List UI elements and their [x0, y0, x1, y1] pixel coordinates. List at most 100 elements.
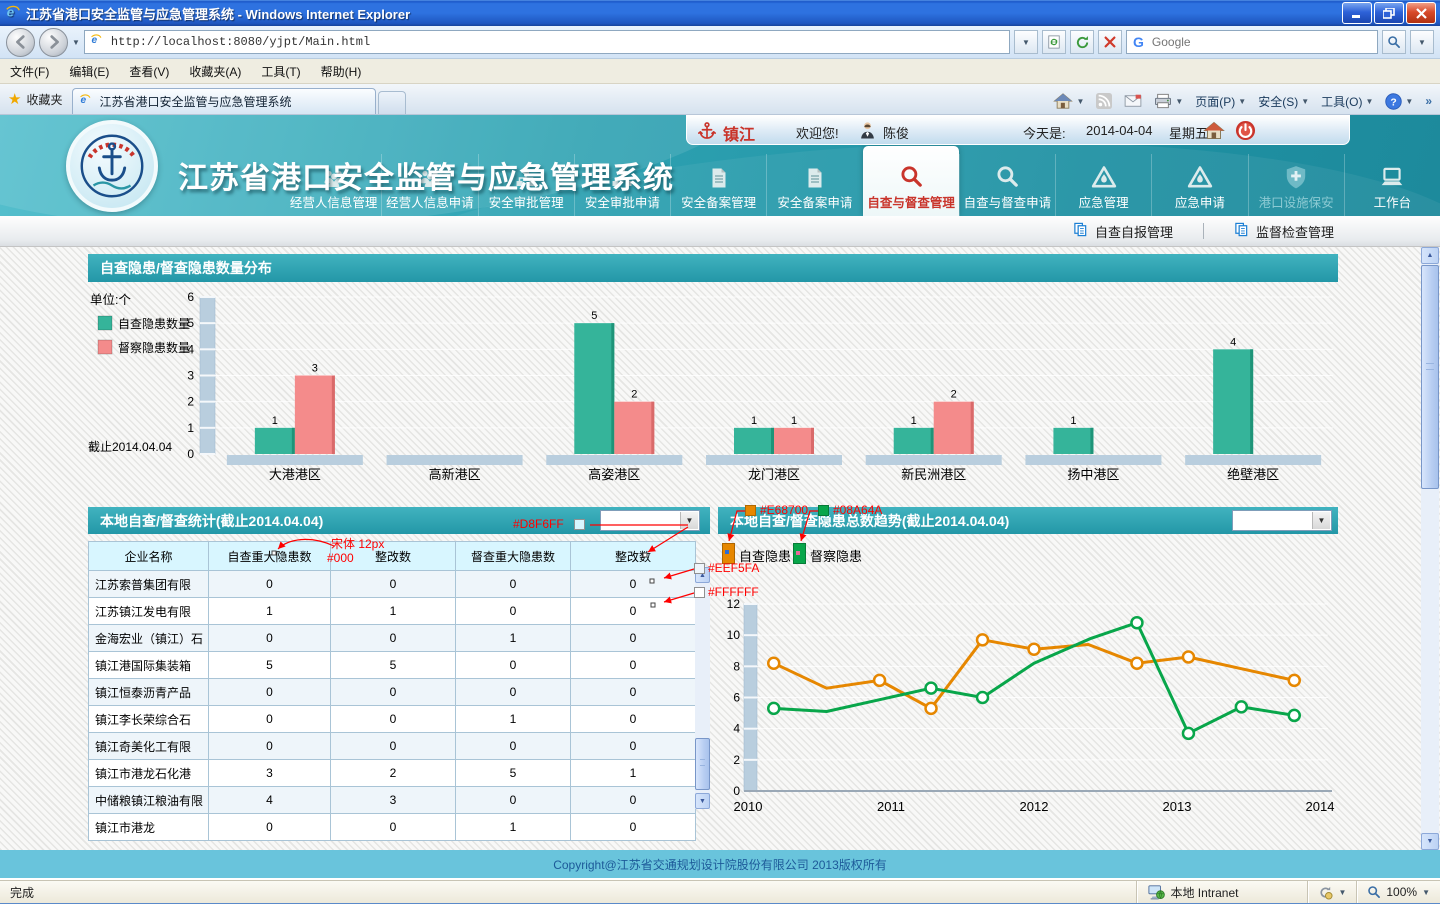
home-shortcut-icon[interactable]: [1203, 120, 1225, 144]
table-scrollbar[interactable]: ▲ ▼: [695, 567, 710, 809]
cell-company-name: 镇江李长荣综合石: [89, 706, 209, 733]
history-dropdown-icon[interactable]: ▼: [72, 38, 80, 47]
nav-item-4[interactable]: 安全审批申请: [574, 154, 670, 216]
cell-value: 0: [331, 733, 456, 760]
feeds-button[interactable]: [1096, 93, 1112, 109]
restore-button[interactable]: [1374, 2, 1404, 24]
cell-company-name: 金海宏业（镇江）石: [89, 625, 209, 652]
menu-item[interactable]: 工具(T): [251, 59, 310, 83]
annotation-row-alt-swatch: [694, 563, 705, 574]
svg-text:1: 1: [272, 415, 278, 427]
home-button[interactable]: ▼: [1053, 92, 1084, 110]
address-field[interactable]: e: [84, 30, 1010, 54]
table-row[interactable]: 镇江奇美化工有限0000: [89, 733, 696, 760]
nav-item-10[interactable]: 应急申请: [1151, 154, 1247, 216]
nav-item-7[interactable]: 自查与督查管理: [863, 146, 959, 216]
safety-menu-button[interactable]: 安全(S)▼: [1258, 93, 1309, 110]
table-row[interactable]: 镇江市港龙石化港3251: [89, 760, 696, 787]
subnav-divider: [1203, 223, 1204, 239]
table-row[interactable]: 镇江港国际集装箱5500: [89, 652, 696, 679]
cell-value: 0: [456, 733, 571, 760]
page-scrollbar[interactable]: ▲ ▼: [1421, 247, 1439, 850]
tab-page-icon: e: [79, 93, 93, 110]
search-button[interactable]: [1382, 30, 1406, 54]
table-row[interactable]: 中储粮镇江粮油有限4300: [89, 787, 696, 814]
orgchart-icon: [512, 162, 540, 190]
nav-item-label: 港口设施保安: [1259, 192, 1334, 211]
table-row[interactable]: 江苏镇江发电有限1100: [89, 598, 696, 625]
table-row[interactable]: 镇江李长荣综合石0010: [89, 706, 696, 733]
tools-menu-button[interactable]: 工具(O)▼: [1321, 93, 1373, 110]
close-button[interactable]: [1406, 2, 1436, 24]
stop-button[interactable]: [1098, 30, 1122, 54]
table-row[interactable]: 金海宏业（镇江）石0010: [89, 625, 696, 652]
svg-text:扬中港区: 扬中港区: [1067, 467, 1119, 482]
scrollbar-up-button[interactable]: ▲: [1421, 247, 1439, 264]
menu-item[interactable]: 查看(V): [119, 59, 179, 83]
page-menu-button[interactable]: 页面(P)▼: [1195, 93, 1246, 110]
cell-company-name: 中储粮镇江粮油有限: [89, 787, 209, 814]
favorites-button[interactable]: ★ 收藏夹: [0, 90, 72, 114]
scrollbar-thumb[interactable]: [1421, 265, 1439, 489]
nav-item-5[interactable]: 安全备案管理: [670, 154, 766, 216]
help-button[interactable]: ? ▼: [1385, 93, 1413, 110]
nav-item-1[interactable]: 经营人信息管理: [286, 154, 381, 216]
print-button[interactable]: ▼: [1154, 93, 1183, 109]
svg-text:督察隐患数量: 督察隐患数量: [118, 340, 190, 355]
document-icon: [1234, 222, 1249, 240]
menu-item[interactable]: 收藏夹(A): [179, 59, 251, 83]
favorites-bar: ★ 收藏夹 e 江苏省港口安全监管与应急管理系统 ▼ ▼ 页面(P)▼ 安全(S…: [0, 84, 1440, 115]
compatibility-view-button[interactable]: [1042, 30, 1066, 54]
chevron-down-icon[interactable]: ▼: [1312, 512, 1330, 529]
legend-supervise-label: 督察隐患: [810, 546, 862, 565]
svg-text:1: 1: [187, 421, 194, 435]
svg-text:2: 2: [631, 389, 637, 401]
scrollbar-down-button[interactable]: ▼: [1421, 833, 1439, 850]
subnav-item-1[interactable]: 自查自报管理: [1073, 222, 1173, 241]
mail-button[interactable]: [1124, 94, 1142, 108]
url-input[interactable]: [109, 34, 1004, 50]
scrollbar-down-button[interactable]: ▼: [695, 793, 710, 809]
search-box[interactable]: G: [1126, 30, 1378, 54]
menu-item[interactable]: 帮助(H): [311, 59, 372, 83]
table-row[interactable]: 镇江恒泰沥青产品0000: [89, 679, 696, 706]
trend-filter-dropdown[interactable]: ▼: [1232, 510, 1332, 531]
nav-item-2[interactable]: 经营人信息申请: [381, 154, 477, 216]
nav-item-label: 经营人信息申请: [386, 192, 474, 211]
cell-value: 0: [209, 625, 331, 652]
table-row[interactable]: 江苏索普集团有限0000: [89, 571, 696, 598]
minimize-button[interactable]: [1342, 2, 1372, 24]
nav-item-6[interactable]: 安全备案申请: [766, 154, 862, 216]
cell-value: 0: [209, 679, 331, 706]
nav-item-3[interactable]: 安全审批管理: [478, 154, 574, 216]
new-tab-stub[interactable]: [378, 91, 406, 114]
cell-value: 0: [209, 814, 331, 841]
cell-company-name: 江苏镇江发电有限: [89, 598, 209, 625]
browser-tab[interactable]: e 江苏省港口安全监管与应急管理系统: [72, 88, 376, 114]
nav-item-12[interactable]: 工作台: [1344, 154, 1440, 216]
refresh-button[interactable]: [1070, 30, 1094, 54]
chevron-more-icon[interactable]: »: [1425, 94, 1432, 108]
forward-button[interactable]: [39, 28, 68, 57]
table-row[interactable]: 镇江市港龙0010: [89, 814, 696, 841]
nav-item-label: 安全备案管理: [681, 192, 756, 211]
menu-item[interactable]: 编辑(E): [59, 59, 119, 83]
cell-value: 1: [209, 598, 331, 625]
logout-power-icon[interactable]: [1235, 120, 1256, 144]
svg-text:1: 1: [911, 415, 917, 427]
nav-item-9[interactable]: 应急管理: [1055, 154, 1151, 216]
subnav-item-2[interactable]: 监督检查管理: [1234, 222, 1334, 241]
svg-text:2010: 2010: [734, 799, 763, 814]
search-options-button[interactable]: ▼: [1410, 30, 1434, 54]
back-button[interactable]: [6, 28, 35, 57]
search-input[interactable]: [1150, 34, 1371, 50]
menu-item[interactable]: 文件(F): [0, 59, 59, 83]
stats-filter-dropdown[interactable]: ▼: [600, 510, 700, 531]
scrollbar-thumb[interactable]: [695, 738, 710, 790]
address-dropdown-button[interactable]: ▼: [1014, 30, 1038, 54]
nav-item-8[interactable]: 自查与督查申请: [959, 154, 1055, 216]
chevron-down-icon[interactable]: ▼: [680, 512, 698, 529]
warning-icon: [1090, 162, 1118, 190]
annotation-row-alt-color: #EEF5FA: [708, 561, 759, 575]
column-header: 自查重大隐患数: [209, 542, 331, 571]
